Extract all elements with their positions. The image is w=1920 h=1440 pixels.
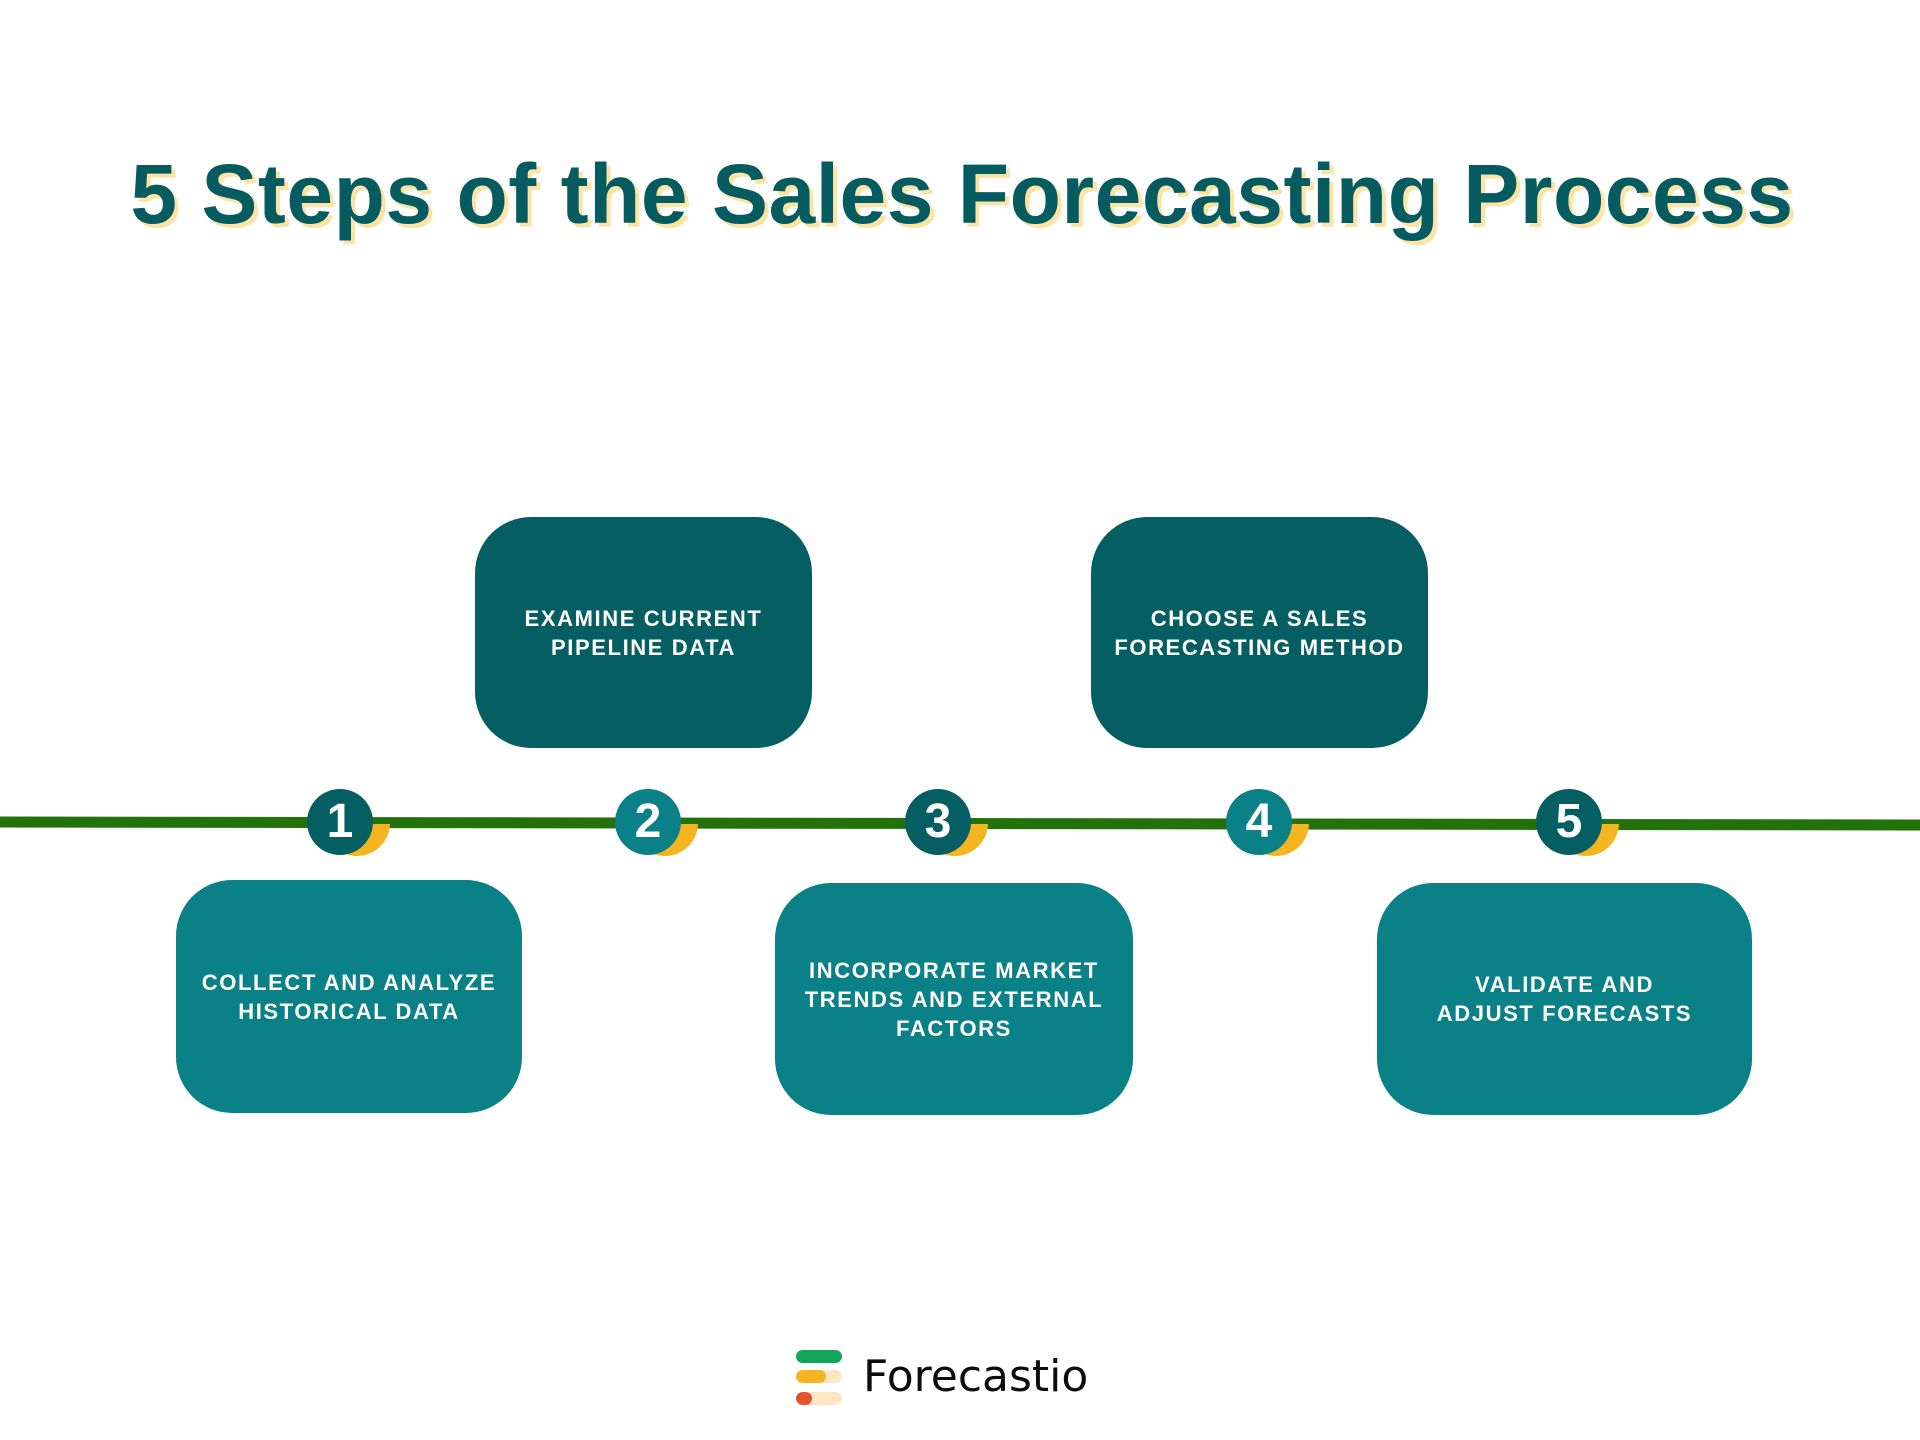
step-3-number: 3 [924,795,952,848]
step-5-label: VALIDATE AND ADJUST FORECASTS [1436,972,1693,1026]
logo-bar-red [796,1392,842,1405]
step-2-label: EXAMINE CURRENT PIPELINE DATA [524,605,763,660]
logo-bar-yellow [796,1370,842,1383]
brand-name: Forecastio [863,1351,1089,1402]
step-1-label: COLLECT AND ANALYZE HISTORICAL DATA [201,969,497,1024]
step-4-number: 4 [1245,795,1273,848]
step-4-box: CHOOSE A SALES FORECASTING METHOD [1091,517,1428,748]
timeline [0,789,1920,856]
step-2-box: EXAMINE CURRENT PIPELINE DATA [475,517,812,748]
step-5-box: VALIDATE AND ADJUST FORECASTS [1377,883,1752,1115]
forecastio-bars-logo-icon [796,1346,844,1408]
logo-bar-green [796,1350,842,1363]
step-1-number: 1 [326,795,354,848]
step-5-number: 5 [1555,795,1583,848]
step-2-number: 2 [634,795,662,848]
step-1-box: COLLECT AND ANALYZE HISTORICAL DATA [176,880,522,1113]
step-4-label: CHOOSE A SALES FORECASTING METHOD [1114,605,1405,660]
step-3-box: INCORPORATE MARKET TRENDS AND EXTERNAL F… [775,883,1133,1115]
step-3-label: INCORPORATE MARKET TRENDS AND EXTERNAL F… [804,957,1104,1041]
